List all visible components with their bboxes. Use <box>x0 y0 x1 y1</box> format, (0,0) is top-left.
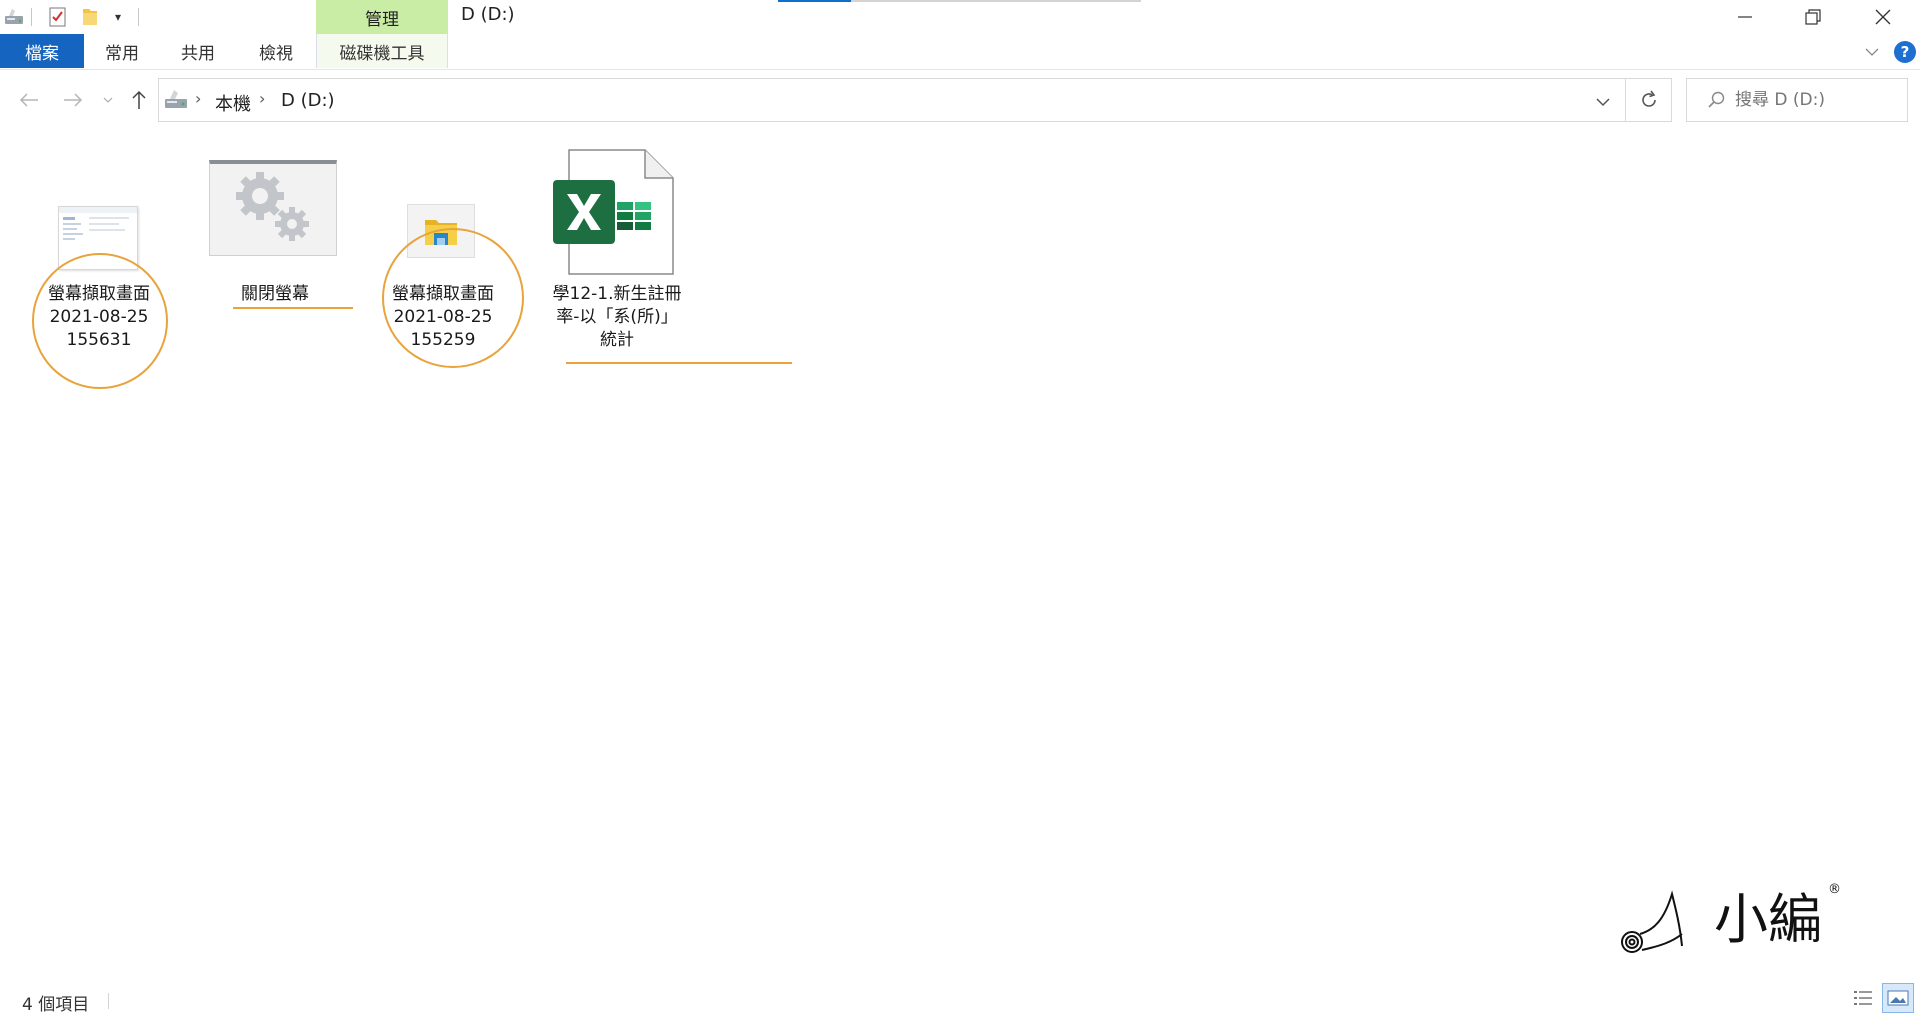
back-button[interactable] <box>14 76 44 124</box>
file-item[interactable]: 學12-1.新生註冊 率-以「系(所)」 統計 <box>542 148 692 408</box>
ribbon-tabs: 檔案 常用 共用 檢視 磁碟機工具 <box>0 34 1920 70</box>
breadcrumb-this-pc[interactable]: 本機 <box>215 90 251 116</box>
separator <box>138 8 139 26</box>
help-button[interactable]: ? <box>1894 41 1916 63</box>
title-bar: ▾ 管理 D (D:) <box>0 0 1920 34</box>
gears-icon <box>209 160 337 256</box>
file-name-line: 統計 <box>600 330 634 350</box>
file-name-line: 率-以「系(所)」 <box>556 307 678 327</box>
search-icon <box>1707 91 1725 113</box>
highlight-underline <box>233 307 353 309</box>
watermark-text: 小編 <box>1714 888 1822 951</box>
close-icon <box>1875 9 1891 25</box>
separator <box>108 993 109 1009</box>
minimize-button[interactable] <box>1710 0 1780 34</box>
pen-logo-icon <box>1621 890 1683 953</box>
up-button[interactable] <box>124 76 154 124</box>
expand-ribbon-button[interactable] <box>1862 40 1882 64</box>
search-input[interactable] <box>1735 87 1901 113</box>
drive-icon[interactable] <box>2 4 26 30</box>
context-group-manage: 管理 <box>316 0 448 34</box>
breadcrumb-chevron-icon[interactable]: › <box>259 89 265 108</box>
new-folder-icon[interactable] <box>78 4 102 30</box>
excel-file-icon <box>553 148 677 276</box>
registered-mark: ® <box>1828 882 1841 897</box>
refresh-button[interactable] <box>1626 78 1672 122</box>
details-view-button[interactable] <box>1850 986 1876 1010</box>
title-accent-bar <box>778 0 851 2</box>
back-arrow-icon <box>19 93 38 107</box>
large-icons-view-icon <box>1887 990 1909 1006</box>
breadcrumb-chevron-icon[interactable]: › <box>195 89 201 108</box>
window-title: D (D:) <box>461 4 515 25</box>
minimize-icon <box>1738 16 1752 18</box>
chevron-down-icon <box>1865 48 1879 56</box>
tab-view[interactable]: 檢視 <box>250 34 302 68</box>
navigation-bar: › 本機 › D (D:) <box>0 76 1920 124</box>
address-bar[interactable]: › 本機 › D (D:) <box>158 78 1626 122</box>
search-box[interactable] <box>1686 78 1908 122</box>
highlight-circle <box>32 253 168 389</box>
properties-icon[interactable] <box>46 4 70 30</box>
breadcrumb-drive-d[interactable]: D (D:) <box>281 90 335 111</box>
separator <box>31 8 32 26</box>
large-icons-view-button[interactable] <box>1882 983 1914 1013</box>
file-item[interactable]: 關閉螢幕 <box>200 160 350 360</box>
highlight-underline <box>566 362 792 364</box>
up-arrow-icon <box>132 90 146 109</box>
status-item-count: 4 個項目 <box>22 995 90 1015</box>
refresh-icon <box>1641 90 1656 107</box>
file-list-view: 螢幕擷取畫面 2021-08-25 155631 關閉螢幕 螢幕擷取畫面 202… <box>0 130 1920 970</box>
forward-arrow-icon <box>64 93 83 107</box>
tab-share[interactable]: 共用 <box>172 34 224 68</box>
chevron-down-icon <box>1596 98 1610 107</box>
this-pc-drive-icon <box>163 88 189 116</box>
recent-locations-button[interactable] <box>100 76 116 124</box>
restore-button[interactable] <box>1778 0 1848 34</box>
tab-drive-tools[interactable]: 磁碟機工具 <box>316 34 448 68</box>
restore-icon <box>1805 9 1821 25</box>
highlight-circle <box>382 228 524 368</box>
details-view-icon <box>1854 991 1872 1005</box>
customize-qat-icon[interactable]: ▾ <box>108 4 128 30</box>
tab-file[interactable]: 檔案 <box>0 34 84 68</box>
close-button[interactable] <box>1848 0 1918 34</box>
chevron-down-icon <box>103 97 113 103</box>
file-name-line: 關閉螢幕 <box>241 284 309 304</box>
watermark-logo: 小編 ® <box>1620 882 1870 972</box>
tab-home[interactable]: 常用 <box>96 34 148 68</box>
file-name-line: 學12-1.新生註冊 <box>552 284 682 304</box>
title-accent-bar <box>851 0 1141 2</box>
address-history-button[interactable] <box>1595 93 1611 112</box>
forward-button[interactable] <box>58 76 88 124</box>
